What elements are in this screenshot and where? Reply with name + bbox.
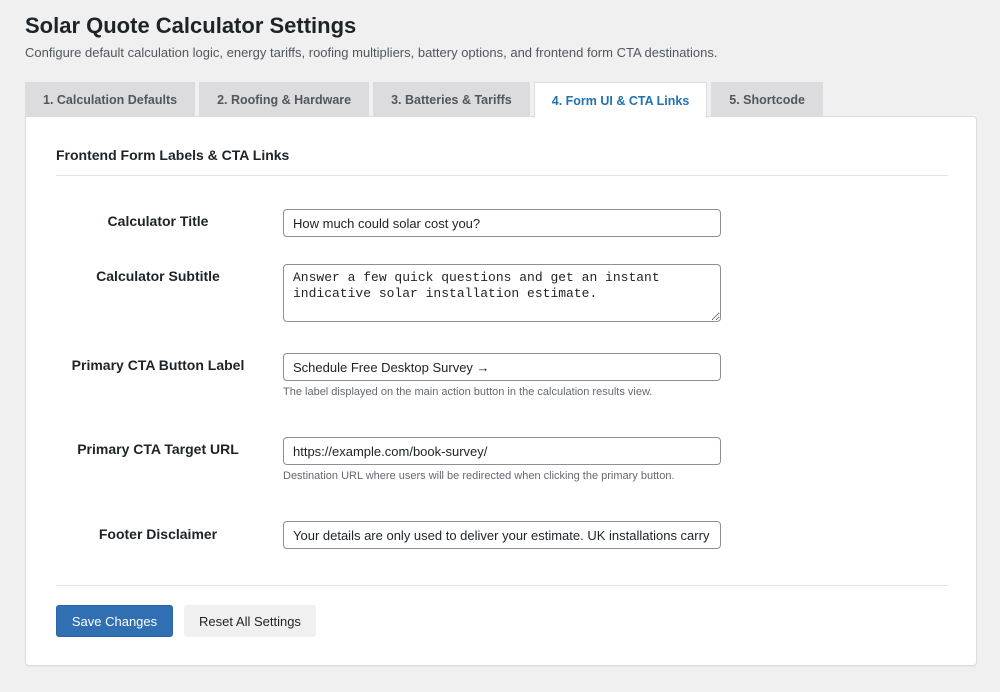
primary-cta-label-label: Primary CTA Button Label xyxy=(71,357,245,373)
primary-cta-label-input[interactable] xyxy=(283,353,721,381)
tab-roofing-hardware[interactable]: 2. Roofing & Hardware xyxy=(199,82,370,117)
settings-panel: Frontend Form Labels & CTA Links Calcula… xyxy=(25,116,977,666)
primary-cta-label-help: The label displayed on the main action b… xyxy=(283,386,653,398)
calculator-subtitle-label: Calculator Subtitle xyxy=(96,268,220,284)
calculator-title-input[interactable] xyxy=(283,209,721,237)
settings-page: Solar Quote Calculator Settings Configur… xyxy=(0,0,1000,692)
primary-cta-url-label: Primary CTA Target URL xyxy=(77,441,239,457)
tab-form-ui-cta-links[interactable]: 4. Form UI & CTA Links xyxy=(533,82,708,118)
footer-disclaimer-label: Footer Disclaimer xyxy=(98,526,218,542)
section-divider xyxy=(56,175,948,176)
footer-disclaimer-input[interactable] xyxy=(283,521,721,549)
settings-tabs: 1. Calculation Defaults 2. Roofing & Har… xyxy=(25,82,823,118)
save-changes-button[interactable]: Save Changes xyxy=(56,605,173,637)
actions-divider xyxy=(56,585,948,586)
tab-calculation-defaults[interactable]: 1. Calculation Defaults xyxy=(25,82,196,117)
primary-cta-url-input[interactable] xyxy=(283,437,721,465)
calculator-subtitle-textarea[interactable]: Answer a few quick questions and get an … xyxy=(283,264,721,322)
page-description: Configure default calculation logic, ene… xyxy=(25,45,718,60)
calculator-title-label: Calculator Title xyxy=(107,213,209,229)
tab-batteries-tariffs[interactable]: 3. Batteries & Tariffs xyxy=(373,82,530,117)
page-title: Solar Quote Calculator Settings xyxy=(25,13,357,38)
tab-shortcode[interactable]: 5. Shortcode xyxy=(711,82,823,117)
reset-all-settings-button[interactable]: Reset All Settings xyxy=(184,605,316,637)
section-title: Frontend Form Labels & CTA Links xyxy=(56,147,290,163)
primary-cta-url-help: Destination URL where users will be redi… xyxy=(283,470,675,482)
